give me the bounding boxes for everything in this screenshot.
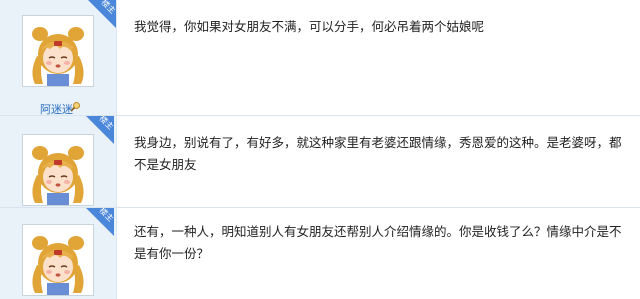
post-3: 楼主 还有，一种人，明知道别人有女朋友还帮别人介绍情缘的。你是收钱了么？情缘中介… xyxy=(0,208,640,299)
op-badge-label: 楼主 xyxy=(99,0,116,16)
post-content: 我觉得，你如果对女朋友不满，可以分手，何必吊着两个姑娘呢 xyxy=(134,19,485,34)
magnifier-icon[interactable] xyxy=(70,101,81,112)
avatar[interactable] xyxy=(22,134,94,206)
op-badge-label: 楼主 xyxy=(97,116,114,132)
post-content: 我身边，别说有了，有好多，就这种家里有老婆还跟情缘，秀恩爱的这种。是老婆呀，都不… xyxy=(134,135,622,172)
post-1: 楼主 阿迷迷 我觉得，你如果对女朋友不满，可以分手，何必吊着两个姑娘呢 xyxy=(0,0,640,116)
anime-girl-avatar-icon xyxy=(23,225,93,295)
op-badge: 楼主 xyxy=(88,0,116,28)
op-badge: 楼主 xyxy=(86,208,114,236)
avatar[interactable] xyxy=(22,15,94,87)
author-panel: 楼主 xyxy=(0,116,117,207)
post-2: 楼主 我身边，别说有了，有好多，就这种家里有老婆还跟情缘，秀恩爱的这种。是老婆呀… xyxy=(0,116,640,208)
op-badge-label: 楼主 xyxy=(97,208,114,224)
anime-girl-avatar-icon xyxy=(23,16,93,86)
thread: 楼主 阿迷迷 我觉得，你如果对女朋友不满，可以分手，何必吊着两个姑娘呢 楼主 我… xyxy=(0,0,640,299)
anime-girl-avatar-icon xyxy=(23,135,93,205)
username-link[interactable]: 阿迷迷 xyxy=(40,104,73,115)
author-panel: 楼主 xyxy=(0,208,117,299)
avatar[interactable] xyxy=(22,224,94,296)
op-badge: 楼主 xyxy=(86,116,114,144)
author-panel: 楼主 阿迷迷 xyxy=(0,0,117,115)
post-content: 还有，一种人，明知道别人有女朋友还帮别人介绍情缘的。你是收钱了么？情缘中介是不是… xyxy=(134,224,622,261)
